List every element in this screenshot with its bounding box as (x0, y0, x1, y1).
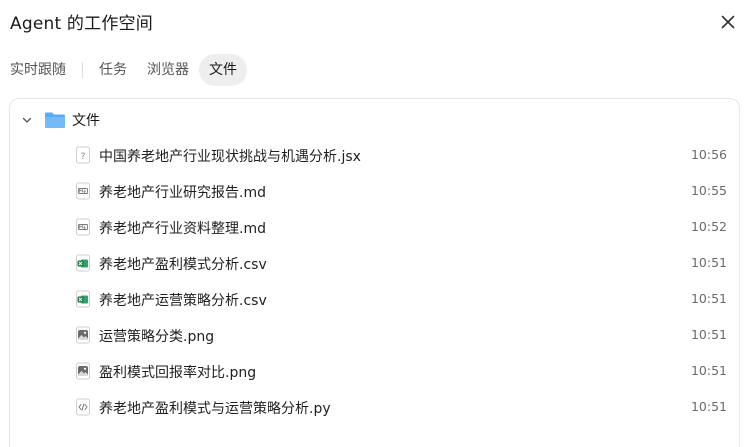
tab-tasks[interactable]: 任务 (89, 54, 137, 86)
tab-divider (82, 62, 83, 78)
panel-title: Agent 的工作空间 (10, 14, 153, 34)
file-name: 养老地产盈利模式分析.csv (99, 257, 267, 273)
file-time: 10:51 (690, 327, 727, 342)
file-row[interactable]: 养老地产盈利模式分析.csv 10:51 (10, 245, 739, 281)
file-list: ? 中国养老地产行业现状挑战与机遇分析.jsx 10:56 养老地产行业研究报告… (10, 137, 739, 425)
file-name: 盈利模式回报率对比.png (99, 365, 257, 381)
markdown-file-icon (76, 218, 90, 236)
spreadsheet-file-icon (76, 254, 90, 272)
file-time: 10:51 (690, 255, 727, 270)
close-button[interactable] (717, 11, 739, 33)
file-time: 10:55 (690, 183, 727, 198)
image-file-icon (76, 362, 90, 380)
tab-bar: 实时跟随 任务 浏览器 文件 (0, 53, 247, 87)
image-file-icon (76, 326, 90, 344)
folder-label: 文件 (72, 113, 100, 129)
file-tree: 文件 ? 中国养老地产行业现状挑战与机遇分析.jsx 10:56 养老地产行业研 (9, 98, 740, 447)
tab-browser[interactable]: 浏览器 (137, 54, 199, 86)
workspace-panel: Agent 的工作空间 实时跟随 任务 浏览器 文件 文件 ? 中国养老地产行业… (0, 0, 753, 447)
unknown-file-icon: ? (76, 146, 90, 164)
tab-files[interactable]: 文件 (199, 54, 247, 86)
file-row[interactable]: 养老地产运营策略分析.csv 10:51 (10, 281, 739, 317)
close-icon (721, 15, 735, 29)
file-row[interactable]: 养老地产盈利模式与运营策略分析.py 10:51 (10, 389, 739, 425)
file-row[interactable]: ? 中国养老地产行业现状挑战与机遇分析.jsx 10:56 (10, 137, 739, 173)
file-row[interactable]: 盈利模式回报率对比.png 10:51 (10, 353, 739, 389)
file-row[interactable]: 养老地产行业研究报告.md 10:55 (10, 173, 739, 209)
file-name: 养老地产盈利模式与运营策略分析.py (99, 401, 331, 417)
file-time: 10:51 (690, 363, 727, 378)
file-name: 中国养老地产行业现状挑战与机遇分析.jsx (99, 149, 361, 165)
file-time: 10:51 (690, 399, 727, 414)
file-name: 养老地产运营策略分析.csv (99, 293, 267, 309)
markdown-file-icon (76, 182, 90, 200)
file-name: 养老地产行业研究报告.md (99, 185, 266, 201)
chevron-down-icon[interactable] (20, 113, 34, 127)
file-row[interactable]: 运营策略分类.png 10:51 (10, 317, 739, 353)
file-time: 10:51 (690, 291, 727, 306)
panel-header: Agent 的工作空间 (0, 0, 753, 44)
file-name: 养老地产行业资料整理.md (99, 221, 266, 237)
folder-icon (45, 112, 65, 128)
file-time: 10:56 (690, 147, 727, 162)
code-file-icon (76, 398, 90, 416)
file-time: 10:52 (690, 219, 727, 234)
folder-row[interactable]: 文件 (20, 109, 100, 131)
svg-text:?: ? (81, 152, 86, 162)
spreadsheet-file-icon (76, 290, 90, 308)
tab-live-follow[interactable]: 实时跟随 (0, 54, 76, 86)
file-name: 运营策略分类.png (99, 329, 215, 345)
file-row[interactable]: 养老地产行业资料整理.md 10:52 (10, 209, 739, 245)
